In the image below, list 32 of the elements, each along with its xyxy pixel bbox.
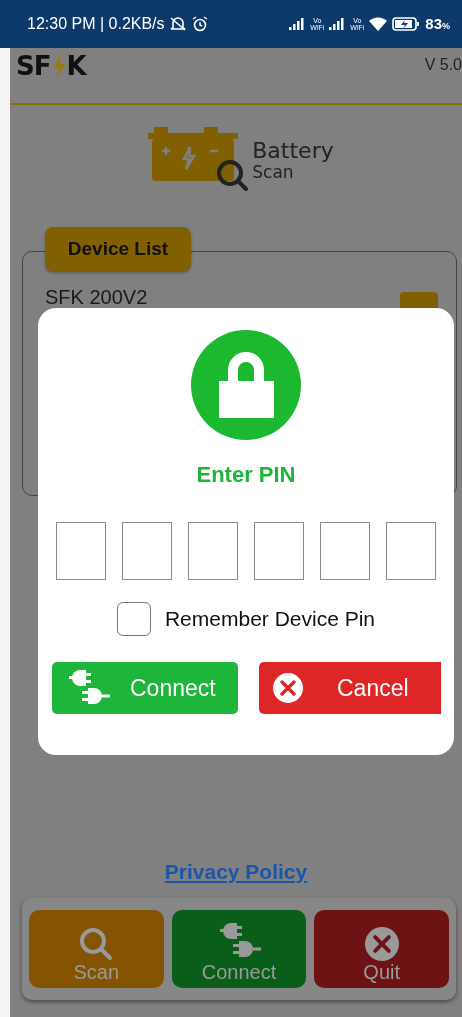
remember-label: Remember Device Pin xyxy=(164,607,376,631)
pin-digit-field[interactable] xyxy=(320,522,370,580)
app-title: Battery xyxy=(252,139,334,163)
privacy-policy-link[interactable]: Privacy Policy xyxy=(164,860,308,884)
battery-charging-icon xyxy=(392,17,421,31)
connect-button[interactable]: Connect xyxy=(171,910,307,988)
version-label: V 5.0 xyxy=(424,56,462,74)
lock-icon xyxy=(191,330,301,440)
alarm-icon xyxy=(191,16,208,32)
close-icon xyxy=(364,927,399,961)
signal-icon xyxy=(289,18,306,30)
quit-button[interactable]: Quit xyxy=(314,910,449,988)
muted-bell-icon xyxy=(168,16,187,32)
wifi-icon xyxy=(369,17,388,31)
connect-button[interactable]: Connect xyxy=(52,662,238,714)
dialog-title: Enter PIN xyxy=(196,462,296,488)
pin-digit-field[interactable] xyxy=(122,522,172,580)
app-subtitle: Scan xyxy=(252,163,295,181)
close-icon xyxy=(273,673,303,703)
pin-digit-field[interactable] xyxy=(386,522,436,580)
scan-button[interactable]: Scan xyxy=(29,910,164,988)
search-icon xyxy=(79,927,114,961)
remember-checkbox[interactable] xyxy=(116,602,151,636)
cancel-button[interactable]: Cancel xyxy=(259,662,441,714)
pin-digit-field[interactable] xyxy=(56,522,106,580)
device-name[interactable]: SFK 200V2 xyxy=(45,286,148,309)
app-logo: SF K xyxy=(16,52,86,80)
battery-percent: 83% xyxy=(425,15,450,33)
status-time: 12:30 PM | 0.2KB/s xyxy=(27,15,165,33)
pin-digit-field[interactable] xyxy=(254,522,304,580)
signal-icon xyxy=(329,18,346,30)
pin-digit-field[interactable] xyxy=(188,522,238,580)
